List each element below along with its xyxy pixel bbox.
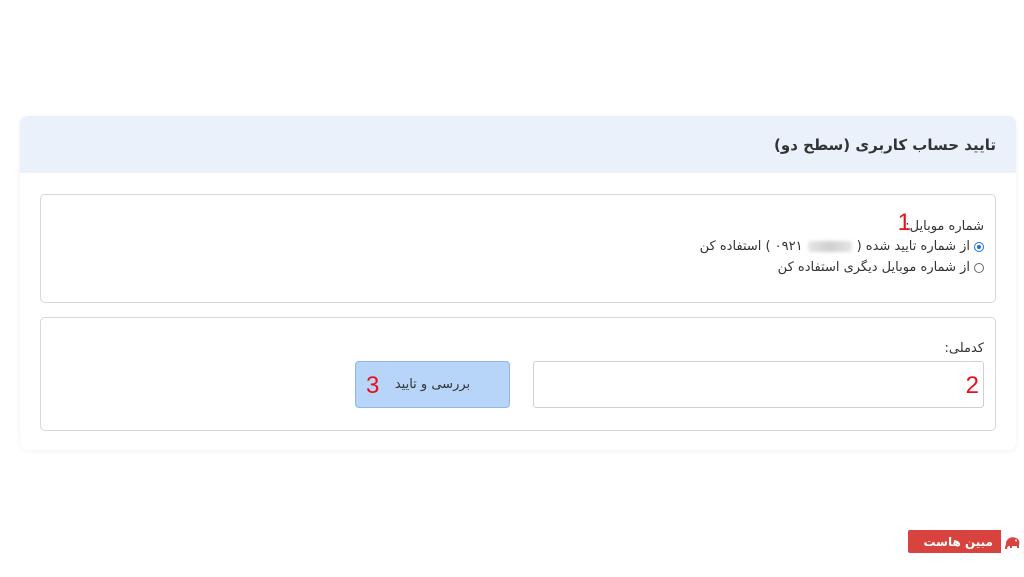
elephant-icon — [1001, 530, 1024, 553]
annotation-3: 3 — [366, 372, 380, 399]
verified-option-prefix: از شماره تایید شده ( — [856, 239, 970, 254]
radio-button-other[interactable] — [974, 262, 984, 273]
blurred-number — [807, 241, 852, 252]
brand-logo: مبین هاست — [908, 530, 1024, 553]
radio-verified-number[interactable]: از شماره تایید شده ( ۰۹۲۱ ) استفاده کن — [700, 239, 984, 254]
radio-button-verified[interactable] — [974, 241, 984, 252]
radio-other-number[interactable]: از شماره موبایل دیگری استفاده کن — [778, 260, 984, 275]
verify-button-label: بررسی و تایید — [394, 377, 471, 392]
verified-option-suffix: ) استفاده کن — [699, 239, 771, 254]
verification-card: تایید حساب کاربری (سطح دو) شماره موبایل:… — [20, 116, 1016, 450]
verified-number-visible: ۰۹۲۱ — [774, 239, 803, 254]
mobile-section: شماره موبایل: 1 از شماره تایید شده ( ۰۹۲… — [40, 194, 996, 303]
brand-name: مبین هاست — [923, 534, 993, 549]
mobile-label: شماره موبایل: — [905, 219, 984, 234]
annotation-1: 1 — [897, 209, 911, 236]
card-header: تایید حساب کاربری (سطح دو) — [20, 116, 1016, 173]
national-code-label: کدملی: — [944, 341, 985, 356]
card-title: تایید حساب کاربری (سطح دو) — [774, 135, 996, 154]
national-code-section: کدملی: 2 بررسی و تایید 3 — [40, 317, 996, 431]
other-option-label: از شماره موبایل دیگری استفاده کن — [777, 260, 970, 275]
national-code-input[interactable] — [533, 361, 984, 408]
annotation-2: 2 — [965, 372, 979, 399]
